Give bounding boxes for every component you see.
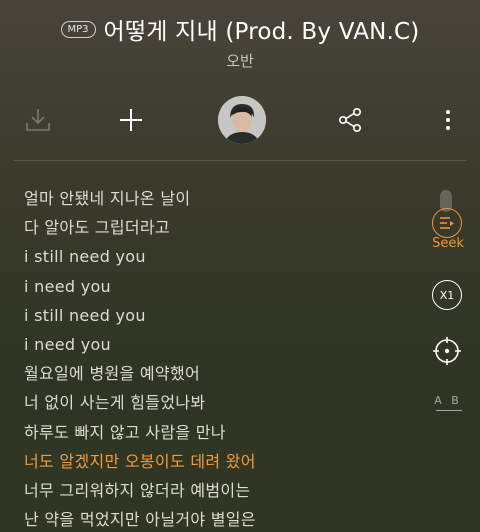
more-vertical-icon bbox=[446, 110, 450, 130]
share-button[interactable] bbox=[330, 100, 370, 140]
header-divider bbox=[14, 160, 466, 161]
lyrics-list[interactable]: 얼마 안됐네 지나온 날이 다 알아도 그립더라고 i still need y… bbox=[24, 184, 414, 532]
share-icon bbox=[338, 107, 361, 132]
ab-repeat-underline bbox=[436, 410, 462, 411]
lyric-line[interactable]: i need you bbox=[24, 330, 414, 359]
speed-button[interactable]: X1 bbox=[432, 280, 462, 310]
title-row: MP3 어떻게 지내 (Prod. By VAN.C) bbox=[0, 12, 480, 46]
lyrics-side-controls: Seek X1 A B bbox=[416, 180, 480, 532]
toolbar bbox=[0, 92, 480, 148]
artist-avatar[interactable] bbox=[218, 96, 266, 144]
artist-photo-icon bbox=[218, 96, 266, 144]
lyric-line[interactable]: 얼마 안됐네 지나온 날이 bbox=[24, 184, 414, 213]
ab-repeat-button[interactable]: A B bbox=[424, 394, 472, 418]
lyric-line[interactable]: 다 알아도 그립더라고 bbox=[24, 213, 414, 242]
add-to-playlist-button[interactable] bbox=[111, 100, 151, 140]
lyric-line-current[interactable]: 너도 알겠지만 오봉이도 데려 왔어 bbox=[24, 447, 414, 476]
download-button[interactable] bbox=[18, 100, 58, 140]
ab-repeat-label: A B bbox=[434, 394, 462, 407]
lyric-line[interactable]: i still need you bbox=[24, 242, 414, 271]
song-title: 어떻게 지내 (Prod. By VAN.C) bbox=[103, 19, 420, 45]
download-icon bbox=[26, 109, 50, 131]
lyric-line[interactable]: 하루도 빠지 않고 사람을 만나 bbox=[24, 418, 414, 447]
seek-icon bbox=[440, 217, 454, 229]
more-button[interactable] bbox=[428, 100, 468, 140]
lyric-line[interactable]: 너 없이 사는게 힘들었나봐 bbox=[24, 388, 414, 417]
seek-label[interactable]: Seek bbox=[416, 236, 480, 251]
sync-position-button[interactable] bbox=[430, 334, 464, 368]
crosshair-icon bbox=[433, 337, 461, 365]
plus-icon bbox=[120, 109, 142, 131]
format-badge: MP3 bbox=[60, 20, 96, 38]
lyric-line[interactable]: 너무 그리워하지 않더라 예범이는 bbox=[24, 476, 414, 505]
lyric-line[interactable]: i need you bbox=[24, 272, 414, 301]
lyric-line[interactable]: i still need you bbox=[24, 301, 414, 330]
artist-name[interactable]: 오반 bbox=[0, 50, 480, 71]
seek-button[interactable] bbox=[432, 208, 462, 238]
lyric-line[interactable]: 난 약을 먹었지만 아닐거야 별일은 bbox=[24, 505, 414, 532]
player-header: MP3 어떻게 지내 (Prod. By VAN.C) 오반 bbox=[0, 0, 480, 160]
lyric-line[interactable]: 월요일에 병원을 예약했어 bbox=[24, 359, 414, 388]
